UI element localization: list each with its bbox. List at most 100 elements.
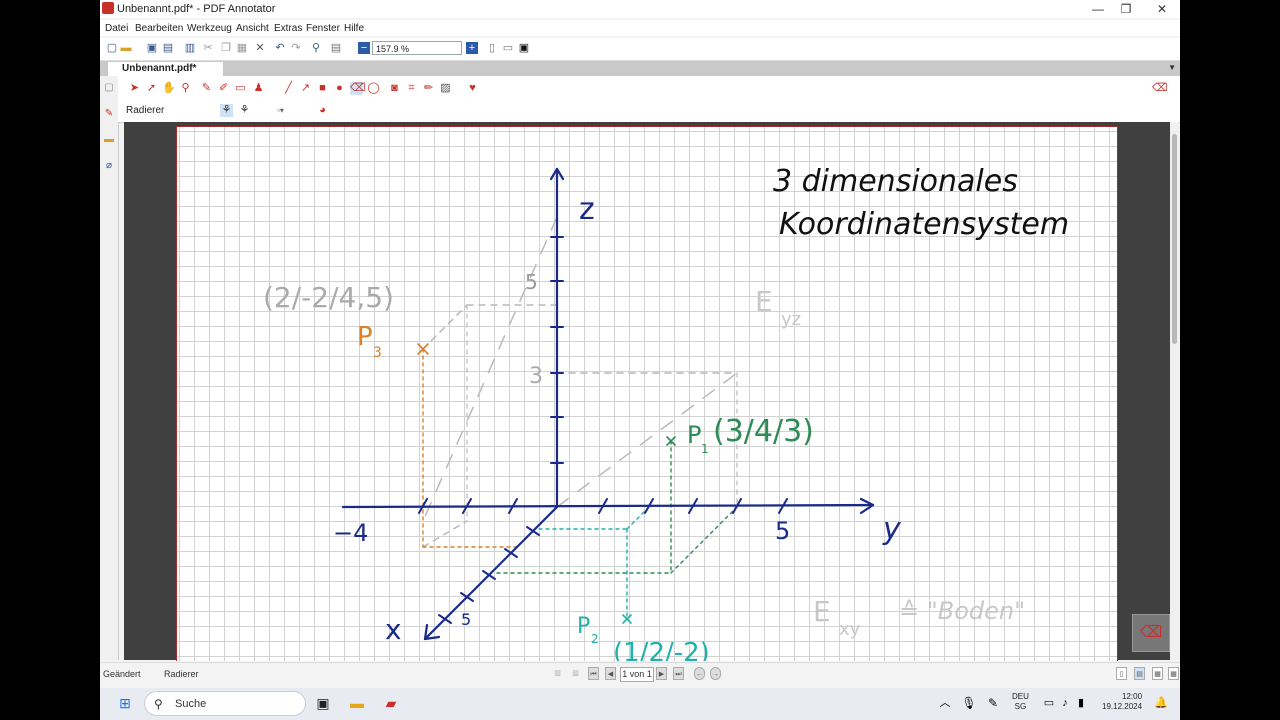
grid-view-icon[interactable]: ▦ [1168, 667, 1179, 680]
maximize-button[interactable]: ❐ [1116, 1, 1136, 17]
print-icon[interactable]: ▥ [184, 42, 196, 54]
save-icon[interactable]: ▣ [146, 42, 158, 54]
eraser-size-icon[interactable]: ▫▾ [274, 104, 287, 117]
tray-overflow-icon[interactable]: ︿ [936, 694, 954, 712]
zoom-select[interactable]: 157.9 % [372, 41, 462, 55]
select-text-icon[interactable]: ➚ [145, 82, 158, 95]
sync-icon[interactable]: ▥ [570, 667, 581, 680]
two-page-view-icon[interactable]: ▦ [1152, 667, 1163, 680]
delete-icon[interactable]: ✕ [254, 42, 266, 54]
prev-page-button[interactable]: ◀ [605, 667, 616, 680]
eraser-icon[interactable]: ⌫ [350, 82, 366, 95]
select-arrow-icon[interactable]: ➤ [128, 82, 141, 95]
first-page-button[interactable]: ⏮ [588, 667, 599, 680]
pdf-annotator-taskbar-icon[interactable]: ▰ [382, 694, 400, 712]
page-indicator[interactable]: 1 von 1 [620, 667, 654, 682]
fit-page-icon[interactable]: ▯ [486, 42, 498, 54]
paste-icon[interactable]: ▦ [236, 42, 248, 54]
main-toolbar: ▢ ▬ ▣ ▤ ▥ ✂ ❐ ▦ ✕ ↶ ↷ ⚲ ▤ − 157.9 % + ▯ … [100, 38, 1180, 61]
floating-eraser-button[interactable]: ⌫ [1132, 614, 1170, 652]
tab-list-icon[interactable]: ▼ [1168, 63, 1176, 72]
pdf-page[interactable]: 3 dimensionales Koordinatensystem z y x … [176, 126, 1118, 661]
text-box-icon[interactable]: ▭ [234, 82, 247, 95]
undo-icon[interactable]: ↶ [274, 42, 286, 54]
p1-base-y-projection [670, 506, 738, 574]
continuous-view-icon[interactable]: ▤ [1134, 667, 1145, 680]
language-indicator[interactable]: DEU SG [1012, 692, 1029, 712]
back-button[interactable]: ← [694, 667, 705, 680]
next-page-button[interactable]: ▶ [656, 667, 667, 680]
language-code: DEU [1012, 692, 1029, 701]
eraser-side-icon[interactable]: ⌫ [1152, 82, 1168, 95]
notification-bell-icon[interactable]: 🔔 [1152, 694, 1170, 712]
clock-date: 19.12.2024 [1102, 702, 1143, 711]
menu-datei[interactable]: Datei [105, 23, 128, 34]
copy-icon[interactable]: ❐ [220, 42, 232, 54]
last-page-button[interactable]: ⏭ [673, 667, 684, 680]
tick-x-5-label: 5 [461, 610, 471, 629]
favorite-icon[interactable]: ♥ [466, 82, 479, 95]
crop-icon[interactable]: ⌗ [405, 82, 418, 95]
open-icon[interactable]: ▬ [120, 42, 132, 54]
print-status-icon[interactable]: ▥ [552, 667, 563, 680]
zoom-out-icon[interactable]: − [358, 42, 370, 54]
file-explorer-icon[interactable]: ▬ [348, 694, 366, 712]
minimize-button[interactable]: — [1088, 1, 1108, 17]
page-thumb-icon[interactable]: ▢ [103, 82, 115, 94]
menu-werkzeug[interactable]: Werkzeug [187, 23, 232, 34]
guide-yz-diagonal [556, 372, 738, 508]
pen-icon[interactable]: ✎ [200, 82, 213, 95]
erase-stroke-icon[interactable]: ⚘ [220, 104, 233, 117]
taskbar-search[interactable]: ⚲ Suche [144, 691, 306, 716]
windows-start-icon[interactable]: ⊞ [116, 694, 134, 712]
pen-tray-icon[interactable]: ✎ [984, 694, 1002, 712]
app-icon [102, 2, 114, 14]
exy-label: E [813, 595, 831, 628]
vertical-scrollbar[interactable] [1170, 122, 1179, 660]
tab-bar: Unbenannt.pdf* ▼ [100, 61, 1180, 76]
highlighter-icon[interactable]: ✐ [217, 82, 230, 95]
lasso-icon[interactable]: ◯ [367, 82, 380, 95]
menu-extras[interactable]: Extras [274, 23, 302, 34]
p3-label: P [357, 322, 373, 352]
zoom-in-icon[interactable]: + [466, 42, 478, 54]
menu-fenster[interactable]: Fenster [306, 23, 340, 34]
menu-ansicht[interactable]: Ansicht [236, 23, 269, 34]
status-bar: Geändert Radierer ▥ ▥ ⏮ ◀ 1 von 1 ▶ ⏭ ← … [100, 662, 1180, 687]
redo-icon[interactable]: ↷ [290, 42, 302, 54]
find-icon[interactable]: ⚲ [310, 42, 322, 54]
menu-bearbeiten[interactable]: Bearbeiten [135, 23, 183, 34]
axis-y-label: y [882, 512, 902, 547]
hand-icon[interactable]: ✋ [162, 82, 176, 95]
arrow-icon[interactable]: ↗ [299, 82, 312, 95]
menu-hilfe[interactable]: Hilfe [344, 23, 364, 34]
erase-partial-icon[interactable]: ⚘ [238, 104, 251, 117]
fullscreen-icon[interactable]: ▣ [518, 42, 530, 54]
ellipse-icon[interactable]: ● [333, 82, 346, 95]
battery-icon[interactable]: ▮ [1072, 694, 1090, 712]
close-button[interactable]: ✕ [1152, 1, 1172, 17]
single-page-view-icon[interactable]: ▯ [1116, 667, 1127, 680]
save-as-icon[interactable]: ▤ [162, 42, 174, 54]
cut-icon[interactable]: ✂ [202, 42, 214, 54]
stamp-list-icon[interactable]: ▤ [330, 42, 342, 54]
forward-button[interactable]: → [710, 667, 721, 680]
task-view-icon[interactable]: ▣ [314, 694, 332, 712]
clock[interactable]: 12:00 19.12.2024 [1102, 692, 1142, 712]
new-icon[interactable]: ▢ [106, 42, 118, 54]
pen-side-icon[interactable]: ✎ [103, 108, 115, 120]
fit-width-icon[interactable]: ▭ [502, 42, 514, 54]
rectangle-icon[interactable]: ■ [316, 82, 329, 95]
folder-icon[interactable]: ▬ [103, 134, 115, 146]
eraser-color-icon[interactable]: ◕ [316, 104, 329, 117]
pencil-icon[interactable]: ✏ [422, 82, 435, 95]
zoom-tool-icon[interactable]: ⚲ [179, 82, 192, 95]
stamp-icon[interactable]: ♟ [252, 82, 265, 95]
line-icon[interactable]: ╱ [282, 82, 295, 95]
microphone-icon[interactable]: 🎙 [960, 694, 978, 712]
attachment-icon[interactable]: ⌀ [103, 160, 115, 172]
camera-icon[interactable]: ◙ [388, 82, 401, 95]
scrollbar-thumb[interactable] [1172, 134, 1177, 344]
image-icon[interactable]: ▨ [439, 82, 452, 95]
tab-document[interactable]: Unbenannt.pdf* [108, 62, 223, 76]
